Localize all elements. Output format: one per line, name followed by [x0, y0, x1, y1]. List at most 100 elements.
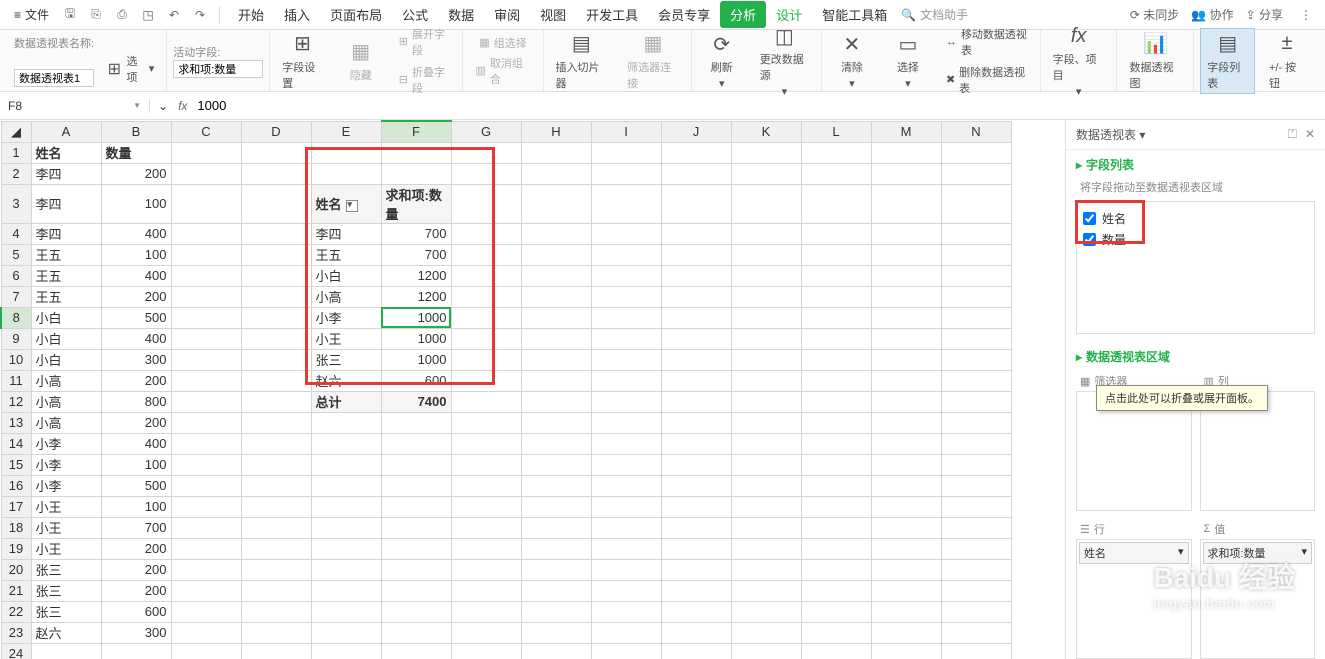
cell-L24[interactable] [801, 643, 871, 659]
cell-M23[interactable] [871, 622, 941, 643]
cell-M24[interactable] [871, 643, 941, 659]
cell-H10[interactable] [521, 349, 591, 370]
cell-B22[interactable]: 600 [101, 601, 171, 622]
cell-J11[interactable] [661, 370, 731, 391]
cell-N12[interactable] [941, 391, 1011, 412]
cell-D13[interactable] [241, 412, 311, 433]
cell-N14[interactable] [941, 433, 1011, 454]
cell-H8[interactable] [521, 307, 591, 328]
cell-F13[interactable] [381, 412, 451, 433]
tab-审阅[interactable]: 审阅 [484, 1, 530, 28]
cell-M6[interactable] [871, 265, 941, 286]
col-head-F[interactable]: F [381, 121, 451, 142]
row-head-6[interactable]: 6 [1, 265, 31, 286]
cell-L21[interactable] [801, 580, 871, 601]
cell-F24[interactable] [381, 643, 451, 659]
pivot-chart-button[interactable]: 📊数据透视图 [1123, 29, 1187, 93]
cell-F11[interactable]: 600 [381, 370, 451, 391]
cell-L12[interactable] [801, 391, 871, 412]
cell-B6[interactable]: 400 [101, 265, 171, 286]
cell-F18[interactable] [381, 517, 451, 538]
cell-E20[interactable] [311, 559, 381, 580]
cell-D8[interactable] [241, 307, 311, 328]
cell-A12[interactable]: 小高 [31, 391, 101, 412]
cell-G23[interactable] [451, 622, 521, 643]
cell-N11[interactable] [941, 370, 1011, 391]
cell-B3[interactable]: 100 [101, 184, 171, 223]
cell-D9[interactable] [241, 328, 311, 349]
expand-fx-icon[interactable]: ⌄ [158, 99, 168, 113]
cell-N8[interactable] [941, 307, 1011, 328]
cell-J18[interactable] [661, 517, 731, 538]
row-area[interactable]: 姓名▾ [1076, 539, 1192, 659]
cell-J6[interactable] [661, 265, 731, 286]
cell-M21[interactable] [871, 580, 941, 601]
cell-L16[interactable] [801, 475, 871, 496]
cell-A23[interactable]: 赵六 [31, 622, 101, 643]
field-list-header[interactable]: ▸ 字段列表 [1066, 150, 1325, 179]
cell-C19[interactable] [171, 538, 241, 559]
name-box[interactable]: F8▼ [0, 99, 150, 113]
cell-N20[interactable] [941, 559, 1011, 580]
cell-D15[interactable] [241, 454, 311, 475]
cell-I2[interactable] [591, 163, 661, 184]
cell-I13[interactable] [591, 412, 661, 433]
col-head-N[interactable]: N [941, 121, 1011, 142]
cell-F17[interactable] [381, 496, 451, 517]
cell-M19[interactable] [871, 538, 941, 559]
cell-N2[interactable] [941, 163, 1011, 184]
cell-A6[interactable]: 王五 [31, 265, 101, 286]
move-pivot-button[interactable]: ↔移动数据透视表 [940, 24, 1034, 60]
pivot-name-input[interactable] [14, 69, 94, 87]
cell-B11[interactable]: 200 [101, 370, 171, 391]
cell-C5[interactable] [171, 244, 241, 265]
row-head-23[interactable]: 23 [1, 622, 31, 643]
cell-M8[interactable] [871, 307, 941, 328]
cell-N18[interactable] [941, 517, 1011, 538]
cell-A1[interactable]: 姓名 [31, 142, 101, 163]
cell-K21[interactable] [731, 580, 801, 601]
cell-K22[interactable] [731, 601, 801, 622]
cell-E22[interactable] [311, 601, 381, 622]
cell-F23[interactable] [381, 622, 451, 643]
cell-M11[interactable] [871, 370, 941, 391]
cell-B2[interactable]: 200 [101, 163, 171, 184]
cell-C4[interactable] [171, 223, 241, 244]
filter-icon[interactable] [346, 200, 358, 212]
cell-J19[interactable] [661, 538, 731, 559]
cell-M22[interactable] [871, 601, 941, 622]
cell-K9[interactable] [731, 328, 801, 349]
cell-C3[interactable] [171, 184, 241, 223]
cell-I3[interactable] [591, 184, 661, 223]
cell-I14[interactable] [591, 433, 661, 454]
formula-input[interactable] [197, 98, 1317, 113]
cell-K18[interactable] [731, 517, 801, 538]
cell-G11[interactable] [451, 370, 521, 391]
cell-E23[interactable] [311, 622, 381, 643]
cell-A11[interactable]: 小高 [31, 370, 101, 391]
cell-J4[interactable] [661, 223, 731, 244]
cell-A4[interactable]: 李四 [31, 223, 101, 244]
cell-J7[interactable] [661, 286, 731, 307]
cell-B23[interactable]: 300 [101, 622, 171, 643]
cell-D1[interactable] [241, 142, 311, 163]
cell-C8[interactable] [171, 307, 241, 328]
cell-B19[interactable]: 200 [101, 538, 171, 559]
active-field-input[interactable] [173, 60, 263, 78]
cell-D24[interactable] [241, 643, 311, 659]
value-area[interactable]: 求和项:数量▾ [1200, 539, 1316, 659]
cell-C16[interactable] [171, 475, 241, 496]
cell-M10[interactable] [871, 349, 941, 370]
cell-A2[interactable]: 李四 [31, 163, 101, 184]
select-button[interactable]: ▭选择▾ [884, 29, 932, 92]
cell-A8[interactable]: 小白 [31, 307, 101, 328]
cell-K20[interactable] [731, 559, 801, 580]
close-icon[interactable]: ✕ [1305, 127, 1315, 142]
cell-L14[interactable] [801, 433, 871, 454]
col-head-H[interactable]: H [521, 121, 591, 142]
cell-A24[interactable] [31, 643, 101, 659]
cell-C1[interactable] [171, 142, 241, 163]
cell-A10[interactable]: 小白 [31, 349, 101, 370]
cell-G22[interactable] [451, 601, 521, 622]
cell-D4[interactable] [241, 223, 311, 244]
